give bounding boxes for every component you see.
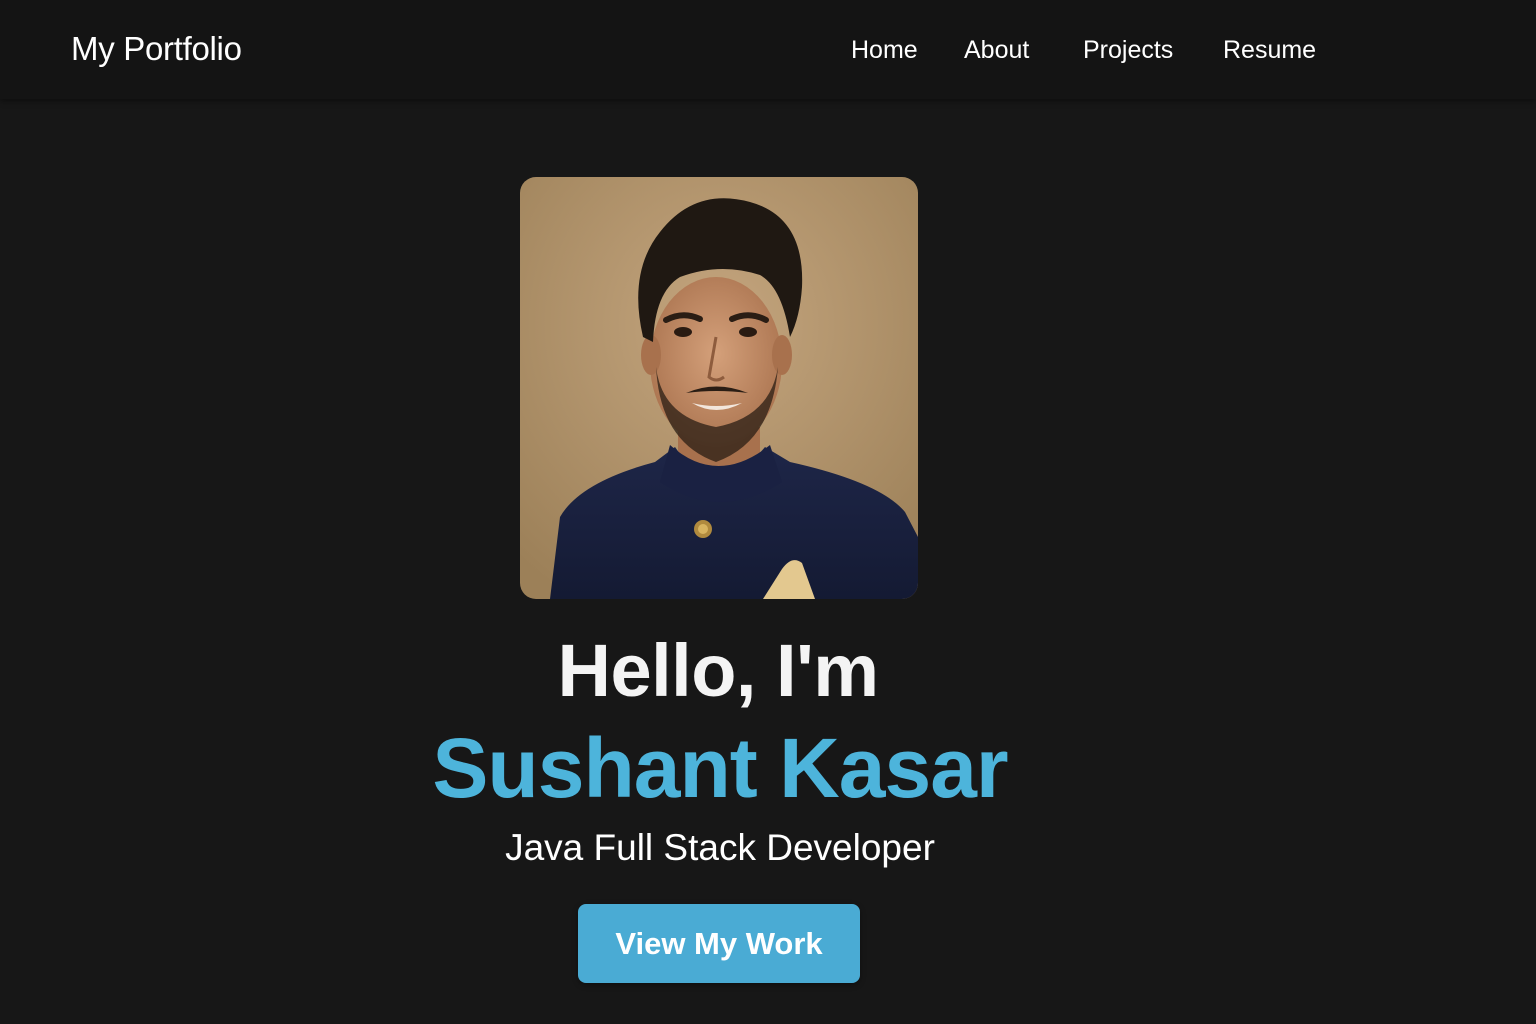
hero-name: Sushant Kasar	[432, 721, 1008, 815]
nav-link-home[interactable]: Home	[851, 34, 918, 66]
profile-photo	[520, 177, 918, 599]
brand-logo-text[interactable]: My Portfolio	[71, 28, 242, 70]
nav-link-about[interactable]: About	[964, 34, 1029, 66]
hero-role: Java Full Stack Developer	[505, 827, 935, 868]
nav-link-resume[interactable]: Resume	[1223, 34, 1316, 66]
view-my-work-button[interactable]: View My Work	[578, 904, 860, 983]
hero-greeting: Hello, I'm	[557, 629, 880, 712]
navbar: My Portfolio Home About Projects Resume	[0, 0, 1536, 99]
nav-link-projects[interactable]: Projects	[1083, 34, 1173, 66]
